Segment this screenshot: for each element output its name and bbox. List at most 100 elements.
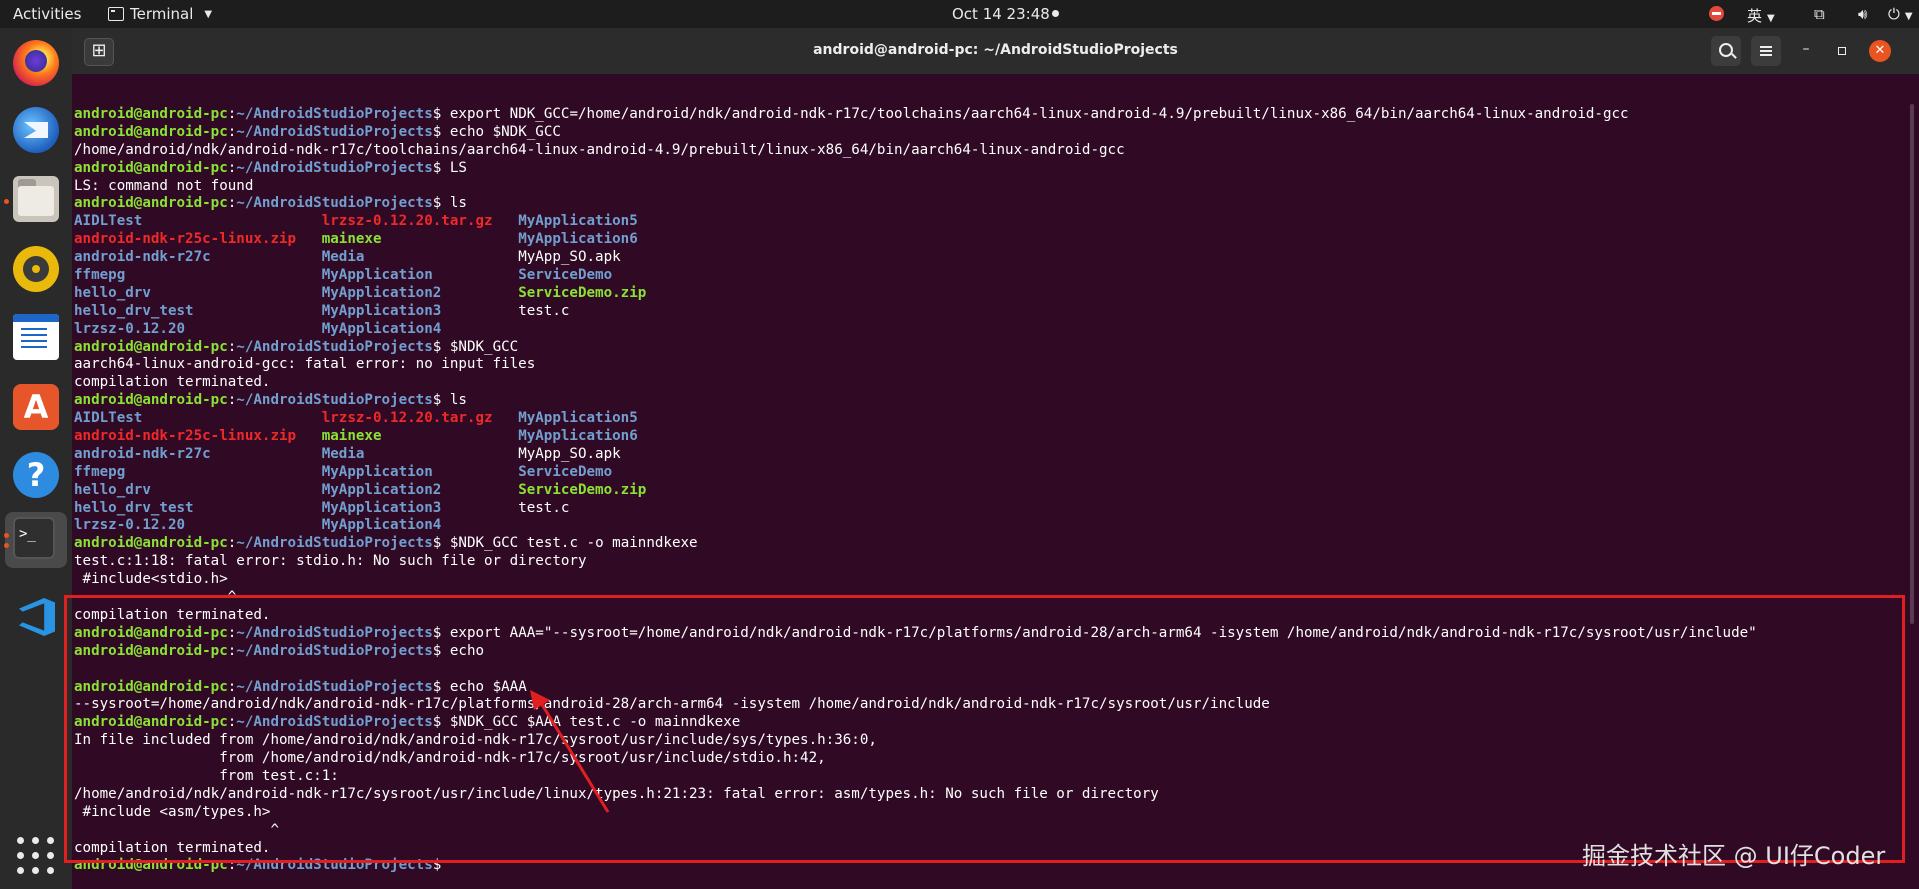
search-button[interactable] (1711, 36, 1741, 66)
libreoffice-writer-icon[interactable] (13, 314, 59, 360)
file-entry: lrzsz-0.12.20.tar.gz (321, 213, 493, 230)
notification-dot-icon (1052, 10, 1059, 17)
minimize-button[interactable]: – (1796, 41, 1816, 61)
prompt-dollar: $ (432, 106, 450, 122)
output-text: /home/android/ndk/android-ndk-r17c/toolc… (74, 141, 1125, 158)
window-title: android@android-pc: ~/AndroidStudioProje… (813, 42, 1178, 58)
prompt-user: android@android-pc (74, 159, 228, 176)
command-text: ls (449, 195, 467, 212)
output-text: compilation terminated. (74, 374, 271, 391)
window-titlebar[interactable]: ⊞ android@android-pc: ~/AndroidStudioPro… (72, 28, 1919, 74)
terminal-line: AIDLTest lrzsz-0.12.20.tar.gz MyApplicat… (74, 410, 1757, 428)
file-entry: Media (321, 445, 365, 462)
prompt-user: android@android-pc (74, 535, 228, 552)
prompt-user: android@android-pc (74, 123, 228, 140)
power-icon[interactable]: ⏻ ▼ (1888, 5, 1913, 23)
ubuntu-software-icon[interactable]: A (13, 384, 59, 430)
chevron-down-icon: ▼ (1904, 11, 1913, 22)
terminal-line: hello_drv MyApplication2 ServiceDemo.zip (74, 482, 1757, 500)
command-text: LS (449, 159, 467, 176)
dock: A ? >_ (0, 28, 72, 889)
file-entry: ServiceDemo.zip (518, 284, 647, 301)
file-entry: lrzsz-0.12.20.tar.gz (321, 410, 493, 427)
file-entry: MyApplication6 (518, 231, 638, 248)
file-entry: ffmepg (74, 463, 126, 480)
file-entry: MyApplication3 (321, 302, 442, 319)
file-entry: hello_drv_test (74, 499, 194, 516)
output-text: aarch64-linux-android-gcc: fatal error: … (74, 356, 536, 373)
prompt-separator: : (227, 159, 237, 176)
terminal-line: android@android-pc:~/AndroidStudioProjec… (74, 339, 1757, 357)
network-icon[interactable]: ⧉ (1814, 5, 1825, 23)
command-text: export NDK_GCC=/home/android/ndk/android… (449, 106, 1629, 122)
terminal-line: #include<stdio.h> (74, 571, 1757, 589)
file-entry: ServiceDemo (518, 463, 613, 480)
prompt-path: ~/AndroidStudioProjects (236, 123, 433, 140)
help-icon[interactable]: ? (13, 452, 59, 498)
thunderbird-icon[interactable] (13, 107, 59, 153)
file-entry: AIDLTest (74, 410, 143, 427)
file-entry: android-ndk-r25c-linux.zip (74, 231, 297, 248)
clock[interactable]: Oct 14 23:48 (952, 5, 1050, 23)
output-text: test.c:1:18: fatal error: stdio.h: No su… (74, 553, 587, 570)
file-entry: ServiceDemo.zip (518, 481, 647, 498)
hamburger-menu-button[interactable] (1751, 36, 1781, 66)
prompt-separator: : (227, 195, 237, 212)
command-text: $NDK_GCC test.c -o mainndkexe (449, 535, 698, 552)
file-entry: android-ndk-r25c-linux.zip (74, 428, 297, 445)
activities-button[interactable]: Activities (13, 5, 81, 23)
scrollbar[interactable] (1908, 74, 1916, 889)
file-entry: mainexe (321, 428, 382, 445)
output-text: #include<stdio.h> (74, 571, 228, 588)
highlight-annotation-box (64, 595, 1905, 863)
file-entry: MyApplication5 (518, 410, 638, 427)
volume-icon[interactable]: 🔊︎ (1858, 5, 1867, 23)
terminal-line: android@android-pc:~/AndroidStudioProjec… (74, 195, 1757, 213)
input-method-indicator[interactable]: 英 ▼ (1747, 5, 1775, 26)
vscode-icon[interactable] (13, 594, 59, 640)
terminal-line: LS: command not found (74, 178, 1757, 196)
prompt-path: ~/AndroidStudioProjects (236, 392, 433, 409)
maximize-button[interactable] (1832, 41, 1852, 61)
chevron-down-icon: ▼ (204, 8, 213, 20)
terminal-app-icon[interactable]: >_ (13, 517, 55, 559)
file-entry: MyApplication4 (321, 320, 442, 337)
input-method-label: 英 (1747, 7, 1763, 25)
prompt-path: ~/AndroidStudioProjects (236, 338, 433, 355)
rhythmbox-icon[interactable] (13, 246, 59, 292)
prompt-dollar: $ (432, 159, 450, 176)
prompt-user: android@android-pc (74, 106, 228, 122)
firefox-icon[interactable] (13, 40, 59, 86)
prompt-user: android@android-pc (74, 195, 228, 212)
file-entry: lrzsz-0.12.20 (74, 517, 186, 534)
file-entry: mainexe (321, 231, 382, 248)
terminal-line: android@android-pc:~/AndroidStudioProjec… (74, 160, 1757, 178)
terminal-line: test.c:1:18: fatal error: stdio.h: No su… (74, 553, 1757, 571)
terminal-line: android-ndk-r25c-linux.zip mainexe MyApp… (74, 231, 1757, 249)
terminal-line: AIDLTest lrzsz-0.12.20.tar.gz MyApplicat… (74, 213, 1757, 231)
file-entry: ServiceDemo (518, 267, 613, 284)
close-button[interactable]: ✕ (1869, 40, 1891, 62)
file-entry: MyApplication (321, 267, 433, 284)
terminal-line: android@android-pc:~/AndroidStudioProjec… (74, 106, 1757, 124)
file-entry: test.c (518, 499, 570, 516)
file-entry: hello_drv (74, 284, 151, 301)
command-text: echo $NDK_GCC (449, 123, 561, 140)
files-icon[interactable] (13, 176, 59, 222)
show-applications-icon[interactable] (13, 833, 59, 879)
scrollbar-thumb[interactable] (1910, 104, 1914, 624)
terminal-line: android-ndk-r27c Media MyApp_SO.apk (74, 249, 1757, 267)
file-entry: hello_drv (74, 481, 151, 498)
terminal-line: /home/android/ndk/android-ndk-r17c/toolc… (74, 142, 1757, 160)
file-entry: MyApplication2 (321, 284, 442, 301)
do-not-disturb-icon[interactable] (1709, 6, 1724, 21)
app-menu[interactable]: Terminal ▼ (108, 5, 212, 23)
file-entry: MyApplication (321, 463, 433, 480)
terminal-line: android@android-pc:~/AndroidStudioProjec… (74, 124, 1757, 142)
terminal-line: lrzsz-0.12.20 MyApplication4 (74, 517, 1757, 535)
output-text: LS: command not found (74, 177, 254, 194)
command-text: $NDK_GCC (449, 338, 519, 355)
file-entry: test.c (518, 302, 570, 319)
prompt-separator: : (227, 106, 237, 122)
file-entry: Media (321, 249, 365, 266)
